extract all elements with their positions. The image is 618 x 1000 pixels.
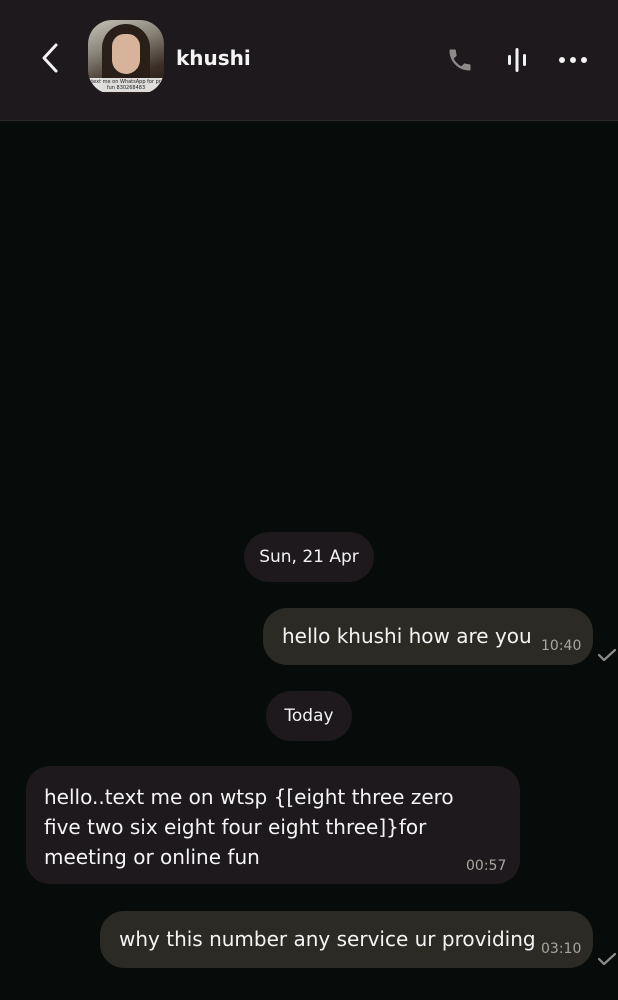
message-text: hello..text me on wtsp {[eight three zer…	[44, 785, 454, 869]
more-icon[interactable]	[557, 44, 589, 76]
message-time: 00:57	[466, 858, 507, 874]
date-separator: Today	[266, 691, 352, 741]
avatar[interactable]: text me on WhatsApp for pr fun 830268483	[88, 20, 164, 94]
message-time: 10:40	[541, 638, 582, 654]
phone-icon[interactable]	[444, 44, 476, 76]
chat-header: text me on WhatsApp for pr fun 830268483…	[0, 0, 618, 121]
message-text: why this number any service ur providing	[119, 927, 536, 951]
avatar-face	[112, 34, 140, 74]
message-text: hello khushi how are you	[282, 624, 532, 648]
outgoing-message[interactable]: why this number any service ur providing…	[100, 911, 593, 968]
sent-check-icon	[597, 952, 617, 966]
sent-check-icon	[597, 648, 617, 662]
contact-name[interactable]: khushi	[176, 46, 251, 70]
incoming-message[interactable]: hello..text me on wtsp {[eight three zer…	[26, 766, 520, 884]
message-time: 03:10	[541, 941, 582, 957]
avatar-caption: text me on WhatsApp for pr fun 830268483	[88, 78, 164, 92]
voice-wave-icon[interactable]	[501, 44, 533, 76]
back-icon[interactable]	[36, 40, 64, 76]
outgoing-message[interactable]: hello khushi how are you 10:40	[263, 608, 593, 665]
date-separator: Sun, 21 Apr	[244, 532, 374, 582]
